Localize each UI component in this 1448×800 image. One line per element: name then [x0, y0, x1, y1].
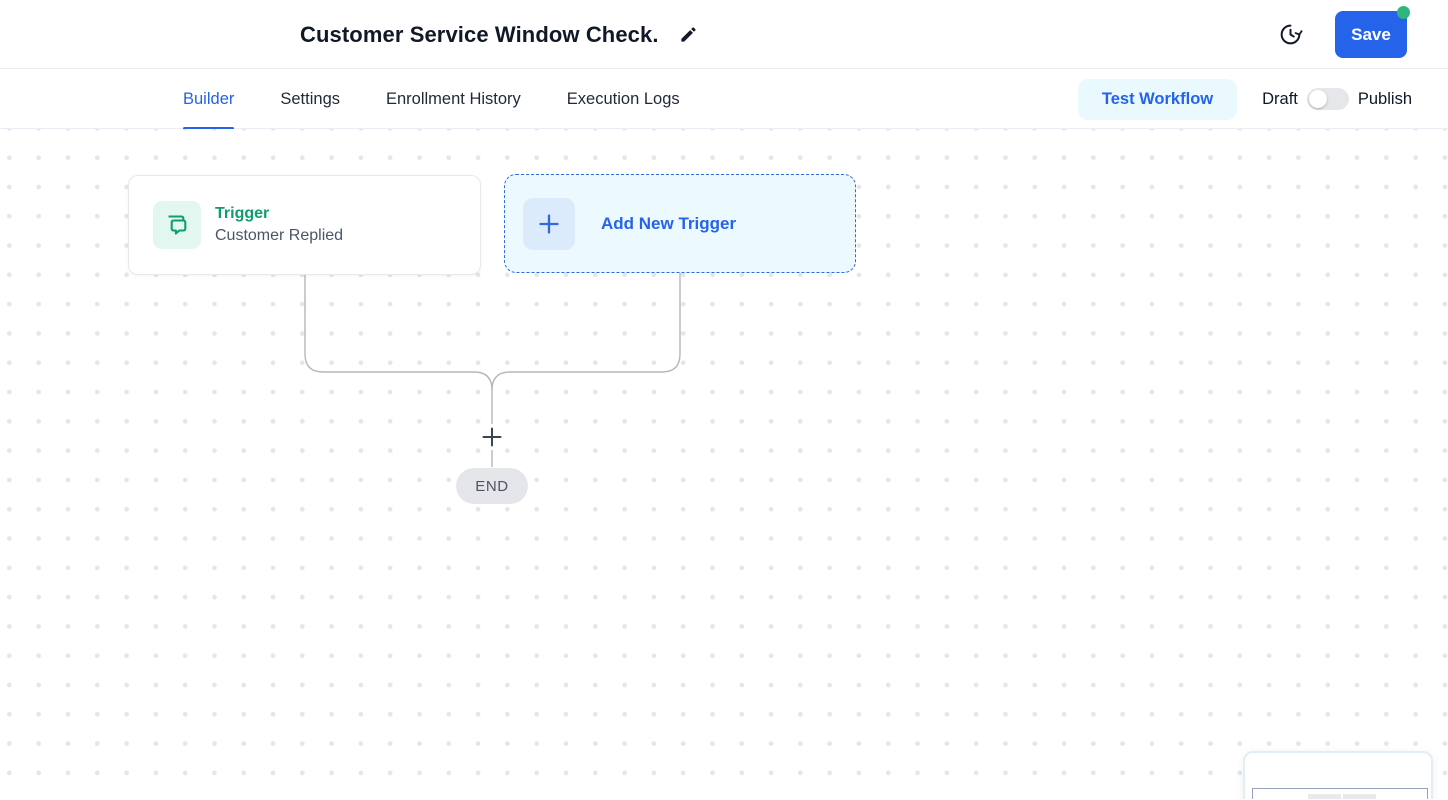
trigger-node-subtitle: Customer Replied [215, 227, 344, 244]
minimap-node [1308, 794, 1341, 799]
save-button-wrap: Save [1335, 6, 1410, 58]
trigger-node-card[interactable]: Trigger Customer Replied [128, 175, 481, 275]
tabs: Builder Settings Enrollment History Exec… [183, 69, 680, 130]
publish-label: Publish [1357, 89, 1412, 108]
tab-execution-logs[interactable]: Execution Logs [567, 69, 680, 129]
tab-builder[interactable]: Builder [183, 69, 235, 130]
history-icon [1280, 24, 1303, 45]
pencil-icon [681, 27, 696, 42]
save-button[interactable]: Save [1335, 11, 1407, 58]
connector-trigger-branch [304, 275, 493, 424]
minimap-panel[interactable] [1243, 751, 1433, 799]
connector-addtrigger-branch [491, 273, 681, 391]
draft-label: Draft [1262, 89, 1298, 108]
minimap-node [1343, 794, 1376, 799]
add-new-trigger-card[interactable]: Add New Trigger [504, 174, 856, 273]
end-node: END [456, 468, 528, 504]
tab-bar: Builder Settings Enrollment History Exec… [0, 69, 1448, 130]
chat-bubbles-icon [168, 215, 187, 235]
add-trigger-plus-box [523, 197, 575, 250]
header-actions: Save [1277, 0, 1410, 69]
tab-enrollment-history[interactable]: Enrollment History [386, 69, 521, 129]
plus-icon [539, 213, 559, 234]
plus-icon [482, 427, 502, 447]
publish-toggle[interactable] [1306, 88, 1349, 110]
test-workflow-button[interactable]: Test Workflow [1077, 78, 1238, 120]
workflow-canvas[interactable]: Trigger Customer Replied Add New Trigger… [0, 129, 1448, 799]
add-new-trigger-label: Add New Trigger [601, 213, 737, 233]
unsaved-changes-dot [1397, 6, 1410, 19]
add-node-button[interactable] [481, 426, 503, 448]
history-button[interactable] [1277, 22, 1303, 48]
trigger-icon-box [153, 201, 201, 249]
tab-settings[interactable]: Settings [280, 69, 340, 129]
minimap-viewport[interactable] [1252, 788, 1428, 799]
publish-toggle-group: Draft Publish [1262, 88, 1412, 110]
workflow-controls: Test Workflow Draft Publish [1077, 69, 1412, 129]
edit-title-button[interactable] [677, 23, 701, 47]
header: Customer Service Window Check. Save [0, 0, 1448, 69]
trigger-node-texts: Trigger Customer Replied [215, 205, 343, 245]
workflow-title: Customer Service Window Check. [300, 21, 659, 47]
trigger-node-title: Trigger [215, 205, 270, 222]
toggle-knob [1308, 90, 1327, 108]
workflow-title-group: Customer Service Window Check. [300, 0, 701, 69]
